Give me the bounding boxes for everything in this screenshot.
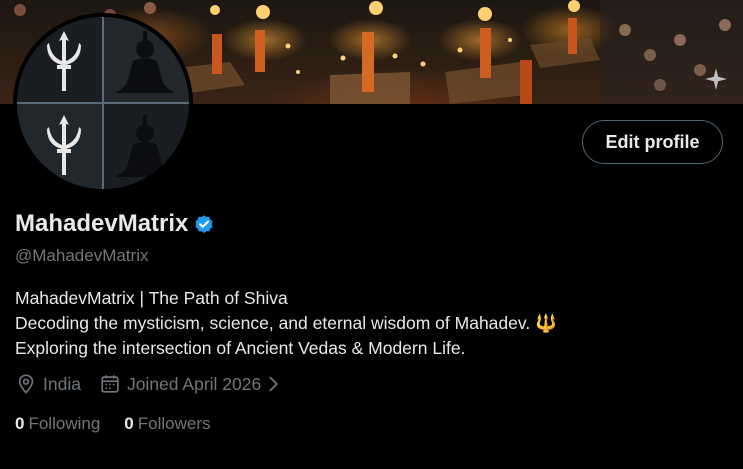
location-pin-icon: [18, 374, 34, 394]
avatar-image: [17, 17, 189, 189]
trident-emoji: 🔱: [535, 313, 557, 333]
bio-line: Exploring the intersection of Ancient Ve…: [15, 338, 466, 358]
verified-badge-icon[interactable]: [193, 213, 215, 235]
following-label: Following: [28, 414, 101, 433]
bio-line: Decoding the mysticism, science, and ete…: [15, 311, 557, 336]
profile-bio: MahadevMatrix | The Path of Shiva Decodi…: [15, 286, 557, 361]
profile-meta: India Joined April 2026: [15, 373, 301, 395]
calendar-icon: [101, 375, 119, 393]
joined-item[interactable]: Joined April 2026: [99, 373, 283, 395]
followers-count: 0: [124, 414, 134, 433]
bio-line: MahadevMatrix | The Path of Shiva: [15, 288, 288, 308]
followers-link[interactable]: 0 Followers: [124, 414, 210, 434]
avatar[interactable]: [17, 17, 189, 189]
location-item: India: [15, 373, 81, 395]
joined-text: Joined April 2026: [126, 373, 262, 394]
display-name-row: MahadevMatrix: [15, 210, 215, 238]
display-name: MahadevMatrix: [15, 210, 189, 237]
location-text: India: [43, 373, 81, 394]
followers-label: Followers: [137, 414, 211, 433]
bio-line-text: Decoding the mysticism, science, and ete…: [15, 313, 531, 333]
edit-profile-button[interactable]: Edit profile: [582, 120, 723, 164]
follow-stats: 0 Following 0 Followers: [15, 414, 235, 434]
user-handle: @MahadevMatrix: [15, 246, 149, 265]
following-link[interactable]: 0 Following: [15, 414, 100, 434]
chevron-right-icon: [269, 376, 278, 392]
following-count: 0: [15, 414, 25, 433]
